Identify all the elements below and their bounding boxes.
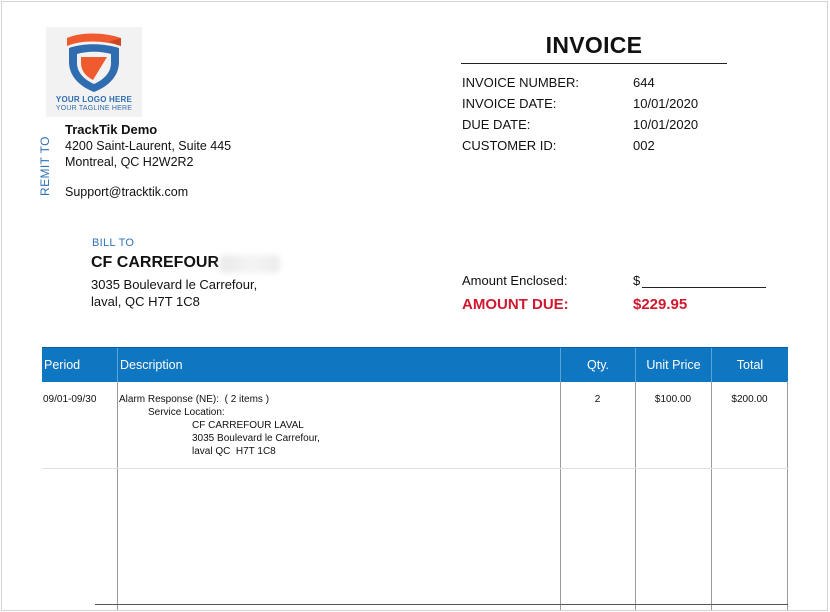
invoice-number-row: INVOICE NUMBER: 644 bbox=[462, 75, 713, 96]
column-divider bbox=[711, 381, 712, 610]
bill-to-label: BILL TO bbox=[92, 237, 135, 249]
remit-address-line-2: Montreal, QC H2W2R2 bbox=[65, 155, 194, 169]
row-separator bbox=[42, 468, 788, 469]
column-divider bbox=[635, 381, 636, 610]
column-divider bbox=[787, 381, 788, 610]
bill-to-address: 3035 Boulevard le Carrefour, laval, QC H… bbox=[91, 276, 257, 310]
remit-email: Support@tracktik.com bbox=[65, 185, 189, 199]
customer-id-row: CUSTOMER ID: 002 bbox=[462, 138, 713, 159]
row-qty: 2 bbox=[594, 394, 601, 405]
remit-company-name: TrackTik Demo bbox=[65, 122, 158, 137]
customer-id-label: CUSTOMER ID: bbox=[462, 138, 557, 153]
company-logo: YOUR LOGO HERE YOUR TAGLINE HERE bbox=[46, 27, 142, 117]
column-header-description: Description bbox=[117, 348, 560, 382]
invoice-page: YOUR LOGO HERE YOUR TAGLINE HERE REMIT T… bbox=[1, 1, 828, 611]
invoice-date-row: INVOICE DATE: 10/01/2020 bbox=[462, 96, 713, 117]
title-underline bbox=[461, 63, 727, 64]
service-location-address-2: laval QC H7T 1C8 bbox=[192, 446, 276, 457]
service-location-address-1: 3035 Boulevard le Carrefour, bbox=[192, 433, 320, 444]
amount-due-value: $229.95 bbox=[633, 296, 688, 313]
bill-to-address-line-2: laval, QC H7T 1C8 bbox=[91, 294, 200, 309]
invoice-number-value: 644 bbox=[633, 75, 655, 90]
redacted-text bbox=[220, 255, 280, 273]
column-header-qty: Qty. bbox=[560, 348, 635, 382]
column-header-total: Total bbox=[711, 348, 788, 382]
column-header-unit-price: Unit Price bbox=[635, 348, 711, 382]
invoice-date-label: INVOICE DATE: bbox=[462, 96, 557, 111]
invoice-title: INVOICE bbox=[545, 32, 643, 58]
invoice-date-value: 10/01/2020 bbox=[633, 96, 699, 111]
table-bottom-rule bbox=[95, 604, 788, 605]
customer-id-value: 002 bbox=[633, 138, 655, 153]
logo-placeholder-text: YOUR LOGO HERE bbox=[55, 95, 133, 104]
bill-to-name: CF CARREFOUR bbox=[91, 254, 219, 271]
shield-logo-icon bbox=[67, 33, 121, 92]
amount-enclosed-label: Amount Enclosed: bbox=[462, 273, 568, 288]
remit-address-line-1: 4200 Saint-Laurent, Suite 445 bbox=[65, 139, 232, 153]
column-header-period: Period bbox=[44, 358, 81, 372]
due-date-value: 10/01/2020 bbox=[633, 117, 699, 132]
row-total: $200.00 bbox=[731, 394, 768, 405]
service-location-label: Service Location: bbox=[148, 407, 225, 418]
due-date-row: DUE DATE: 10/01/2020 bbox=[462, 117, 713, 138]
line-items-table: Period Description Qty. Unit Price Total… bbox=[42, 347, 788, 610]
row-period: 09/01-09/30 bbox=[43, 394, 97, 405]
amount-enclosed-currency: $ bbox=[633, 273, 641, 288]
column-divider bbox=[560, 381, 561, 610]
row-unit-price: $100.00 bbox=[654, 394, 692, 405]
amount-enclosed-blank-line bbox=[642, 287, 766, 288]
remit-to-block: TrackTik Demo 4200 Saint-Laurent, Suite … bbox=[65, 122, 231, 200]
remit-to-label: REMIT TO bbox=[38, 136, 52, 196]
bill-to-address-line-1: 3035 Boulevard le Carrefour, bbox=[91, 277, 258, 292]
invoice-meta: INVOICE NUMBER: 644 INVOICE DATE: 10/01/… bbox=[462, 75, 713, 159]
due-date-label: DUE DATE: bbox=[462, 117, 531, 132]
service-location-name: CF CARREFOUR LAVAL bbox=[192, 420, 304, 431]
invoice-number-label: INVOICE NUMBER: bbox=[462, 75, 580, 90]
amount-due-label: AMOUNT DUE: bbox=[462, 296, 569, 313]
column-divider bbox=[117, 381, 118, 610]
logo-tagline-text: YOUR TAGLINE HERE bbox=[55, 105, 133, 112]
row-description: Alarm Response (NE): ( 2 items ) Service… bbox=[119, 393, 320, 458]
table-header: Period Description Qty. Unit Price Total bbox=[42, 347, 788, 382]
row-description-main: Alarm Response (NE): ( 2 items ) bbox=[119, 394, 270, 405]
